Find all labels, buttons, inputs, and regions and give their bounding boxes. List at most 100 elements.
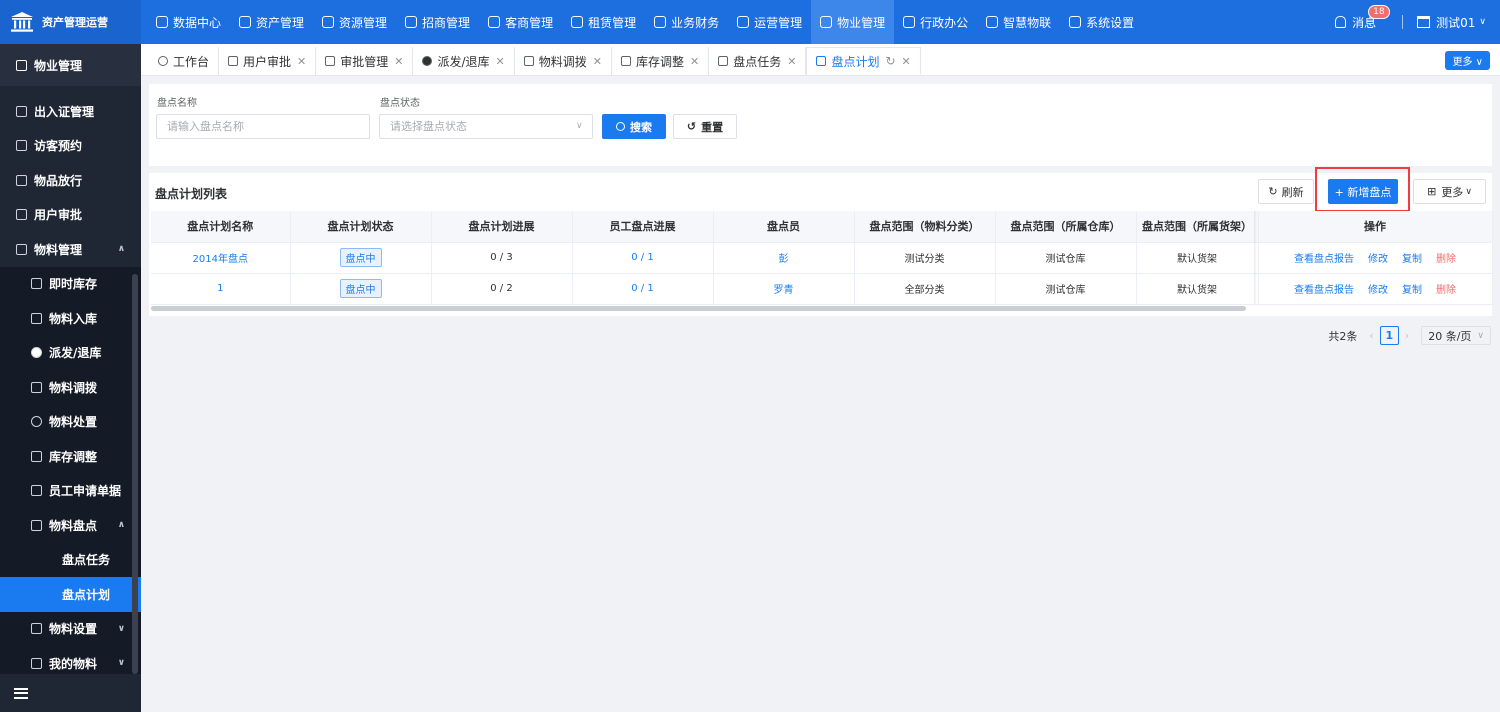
list-icon (816, 56, 827, 66)
edit-link[interactable]: 修改 (1368, 285, 1388, 296)
close-icon[interactable]: ✕ (902, 55, 911, 68)
topnav-item-asset[interactable]: 资产管理 (230, 0, 313, 44)
close-icon[interactable]: ✕ (593, 55, 602, 68)
edit-link[interactable]: 修改 (1368, 254, 1388, 265)
tab-approval-manage[interactable]: 审批管理 ✕ (316, 47, 414, 75)
cube-icon (16, 243, 27, 255)
prev-page-icon[interactable]: ‹ (1369, 329, 1373, 342)
staff-progress-link[interactable]: 0 / 1 (572, 242, 714, 274)
tab-transfer[interactable]: 物料调拨 ✕ (515, 47, 612, 75)
tab-dispatch[interactable]: 派发/退库 ✕ (413, 47, 515, 75)
sidebar-scrollbar[interactable] (132, 274, 138, 674)
sidebar-header[interactable]: 物业管理 (0, 44, 141, 86)
view-report-link[interactable]: 查看盘点报告 (1294, 285, 1354, 296)
delete-link[interactable]: 删除 (1436, 285, 1456, 296)
plan-name-link[interactable]: 1 (151, 273, 291, 305)
sidebar-item-inbound[interactable]: 物料入库 (0, 301, 141, 336)
sidebar-item-label: 盘点计划 (62, 587, 111, 602)
chevron-down-icon: ∨ (1475, 57, 1483, 68)
lock-icon (31, 312, 42, 324)
refresh-icon[interactable]: ↻ (885, 54, 895, 68)
tabs-more-button[interactable]: 更多 ∨ (1445, 51, 1490, 70)
copy-link[interactable]: 复制 (1402, 285, 1422, 296)
sidebar-item-adjust[interactable]: 库存调整 (0, 439, 141, 474)
topnav-item-data-center[interactable]: 数据中心 (147, 0, 230, 44)
page-size-select[interactable]: 20 条/页 ∨ (1421, 326, 1491, 345)
sidebar-item-stock[interactable]: 即时库存 (0, 266, 141, 301)
sidebar-item-user-approval[interactable]: 用户审批 (0, 198, 141, 233)
sidebar-item-dispatch[interactable]: 派发/退库 (0, 335, 141, 370)
column-header: 操作 (1258, 211, 1493, 243)
refresh-button[interactable]: ↻ 刷新 (1258, 179, 1314, 204)
highlight-box (1315, 167, 1410, 212)
chevron-up-icon: ∧ (117, 520, 125, 531)
topnav-item-resource[interactable]: 资源管理 (313, 0, 396, 44)
messages-button[interactable]: 消息 18 (1335, 4, 1390, 31)
sidebar-item-material-settings[interactable]: 物料设置 ∨ (0, 611, 141, 646)
view-report-link[interactable]: 查看盘点报告 (1294, 254, 1354, 265)
tab-user-approval[interactable]: 用户审批 ✕ (219, 47, 317, 75)
topnav-item-merchant[interactable]: 客商管理 (479, 0, 562, 44)
sidebar-item-release[interactable]: 物品放行 (0, 163, 141, 198)
table-horizontal-scrollbar[interactable] (151, 306, 1246, 311)
sidebar-item-staff-request[interactable]: 员工申请单据 (0, 473, 141, 508)
sidebar-item-label: 用户审批 (34, 208, 83, 223)
delete-link[interactable]: 删除 (1436, 254, 1456, 265)
user-menu[interactable]: 测试01 ∨ (1417, 14, 1486, 31)
topnav-item-iot[interactable]: 智慧物联 (977, 0, 1060, 44)
reset-button[interactable]: ↺ 重置 (673, 114, 737, 139)
plan-name-link[interactable]: 2014年盘点 (151, 242, 291, 274)
topnav-label: 业务财务 (671, 15, 720, 30)
topnav-item-finance[interactable]: 业务财务 (645, 0, 728, 44)
topnav-item-investment[interactable]: 招商管理 (396, 0, 479, 44)
close-icon[interactable]: ✕ (297, 55, 306, 68)
sidebar-item-inventory-plan[interactable]: 盘点计划 (0, 577, 141, 612)
sidebar-item-label: 物料盘点 (49, 518, 98, 533)
copy-link[interactable]: 复制 (1402, 254, 1422, 265)
box-icon (16, 174, 27, 186)
home-icon (571, 16, 584, 28)
scope-category-cell: 全部分类 (854, 273, 996, 305)
topnav-item-operation[interactable]: 运营管理 (728, 0, 811, 44)
sidebar-item-visitor[interactable]: 访客预约 (0, 129, 141, 164)
checker-link[interactable]: 罗青 (713, 273, 855, 305)
search-panel: 盘点名称 盘点状态 ∨ 搜索 ↺ 重置 (149, 84, 1492, 166)
topnav-item-property[interactable]: 物业管理 (811, 0, 895, 44)
sidebar-item-disposal[interactable]: 物料处置 (0, 404, 141, 439)
sidebar-item-transfer[interactable]: 物料调拨 (0, 370, 141, 405)
close-icon[interactable]: ✕ (690, 55, 699, 68)
sidebar-item-inventory[interactable]: 物料盘点 ∧ (0, 508, 141, 543)
staff-progress-link[interactable]: 0 / 1 (572, 273, 714, 305)
page-number-current[interactable]: 1 (1379, 326, 1399, 345)
tab-adjust[interactable]: 库存调整 ✕ (612, 47, 710, 75)
list-icon (718, 56, 729, 66)
checker-link[interactable]: 彭 (713, 242, 855, 274)
tab-inventory-plan[interactable]: 盘点计划 ↻ ✕ (806, 47, 921, 75)
sidebar-item-inventory-task[interactable]: 盘点任务 (0, 542, 141, 577)
list-more-button[interactable]: ⊞ 更多 ∨ (1413, 179, 1486, 204)
divider (1402, 15, 1404, 29)
sidebar-item-material[interactable]: 物料管理 ∧ (0, 232, 141, 267)
topnav-item-lease[interactable]: 租赁管理 (562, 0, 645, 44)
status-select[interactable] (379, 114, 593, 139)
close-icon[interactable]: ✕ (394, 55, 403, 68)
topnav-label: 行政办公 (920, 15, 969, 30)
name-input[interactable] (156, 114, 370, 139)
close-icon[interactable]: ✕ (496, 55, 505, 68)
topnav-item-settings[interactable]: 系统设置 (1060, 0, 1143, 44)
sidebar-item-label: 物料设置 (49, 622, 98, 637)
tab-inventory-task[interactable]: 盘点任务 ✕ (709, 47, 807, 75)
list-icon (325, 56, 336, 66)
next-page-icon[interactable]: › (1405, 329, 1409, 342)
gear-icon (1069, 16, 1082, 28)
search-button[interactable]: 搜索 (602, 114, 666, 139)
topnav-item-admin[interactable]: 行政办公 (894, 0, 977, 44)
sidebar-item-label: 物料调拨 (49, 380, 98, 395)
document-icon (322, 16, 335, 28)
document-icon (31, 485, 42, 497)
sidebar-collapse-button[interactable] (0, 674, 141, 712)
sidebar-item-pass[interactable]: 出入证管理 (0, 94, 141, 129)
tab-workbench[interactable]: 工作台 (149, 47, 220, 75)
close-icon[interactable]: ✕ (787, 55, 796, 68)
brand[interactable]: 资产管理运营 (0, 0, 141, 44)
